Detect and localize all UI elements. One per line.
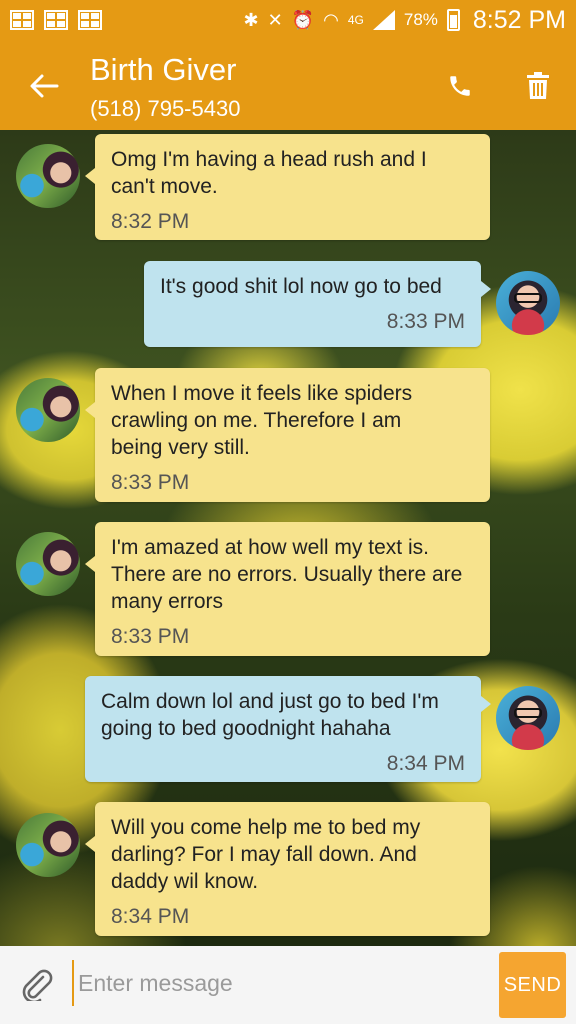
back-button[interactable] — [22, 66, 66, 106]
app-notification-icon — [44, 10, 68, 30]
incoming-message[interactable]: Omg I'm having a head rush and I can't m… — [85, 134, 490, 240]
contact-avatar[interactable] — [16, 813, 80, 877]
arrow-left-icon — [30, 74, 59, 98]
send-button[interactable]: SEND — [499, 952, 566, 1018]
vibrate-mute-icon: ✕ — [267, 10, 283, 30]
delete-button[interactable] — [518, 66, 558, 106]
phone-icon — [450, 76, 470, 96]
contact-name: Birth Giver — [90, 52, 237, 87]
my-avatar[interactable] — [496, 686, 560, 750]
status-bar: ✱ ✕ ⏰ ◠ 4G 78% 8:52 PM — [0, 0, 576, 40]
attach-button[interactable] — [14, 962, 58, 1006]
message-text: I'm amazed at how well my text is. There… — [111, 536, 463, 613]
wifi-icon: ◠ — [323, 10, 339, 30]
message-text: It's good shit lol now go to bed — [160, 275, 442, 298]
app-notification-icon — [10, 10, 34, 30]
incoming-message[interactable]: When I move it feels like spiders crawli… — [85, 368, 490, 502]
message-time: 8:33 PM — [111, 471, 190, 494]
glasses — [514, 708, 542, 718]
message-text: When I move it feels like spiders crawli… — [111, 382, 413, 459]
message-time: 8:34 PM — [386, 752, 465, 775]
status-time: 8:52 PM — [472, 5, 566, 34]
message-text: Omg I'm having a head rush and I can't m… — [111, 148, 427, 198]
conversation-header: Birth Giver (518) 795-5430 — [0, 40, 576, 130]
message-time: 8:33 PM — [111, 625, 190, 648]
incoming-message[interactable]: Will you come help me to bed my darling?… — [85, 802, 490, 936]
my-avatar[interactable] — [496, 271, 560, 335]
battery-percent: 78% — [403, 10, 438, 29]
message-time: 8:33 PM — [386, 310, 465, 333]
paperclip-icon — [22, 969, 53, 1001]
alarm-icon: ⏰ — [291, 10, 315, 30]
network-type: 4G — [347, 13, 364, 27]
call-button[interactable] — [440, 66, 480, 106]
trash-icon — [527, 72, 549, 99]
message-text: Calm down lol and just go to bed I'm goi… — [101, 690, 439, 740]
contact-avatar[interactable] — [16, 144, 80, 208]
battery-icon — [446, 9, 460, 31]
outgoing-message[interactable]: Calm down lol and just go to bed I'm goi… — [85, 676, 491, 782]
signal-strength-icon — [372, 10, 395, 30]
message-list[interactable]: Omg I'm having a head rush and I can't m… — [0, 130, 576, 946]
message-input[interactable] — [72, 960, 482, 1006]
system-icons: ✱ ✕ ⏰ ◠ 4G 78% 8:52 PM — [244, 6, 566, 35]
message-time: 8:32 PM — [111, 210, 190, 233]
contact-avatar[interactable] — [16, 378, 80, 442]
message-time: 8:34 PM — [111, 905, 190, 928]
app-notification-icon — [78, 10, 102, 30]
message-composer — [0, 946, 576, 1024]
bluetooth-icon: ✱ — [243, 10, 259, 30]
glasses — [514, 293, 542, 303]
contact-phone: (518) 795-5430 — [90, 96, 241, 121]
outgoing-message[interactable]: It's good shit lol now go to bed 8:33 PM — [144, 261, 491, 347]
notification-icons — [10, 10, 102, 30]
incoming-message[interactable]: I'm amazed at how well my text is. There… — [85, 522, 490, 656]
message-text: Will you come help me to bed my darling?… — [111, 816, 421, 893]
contact-avatar[interactable] — [16, 532, 80, 596]
